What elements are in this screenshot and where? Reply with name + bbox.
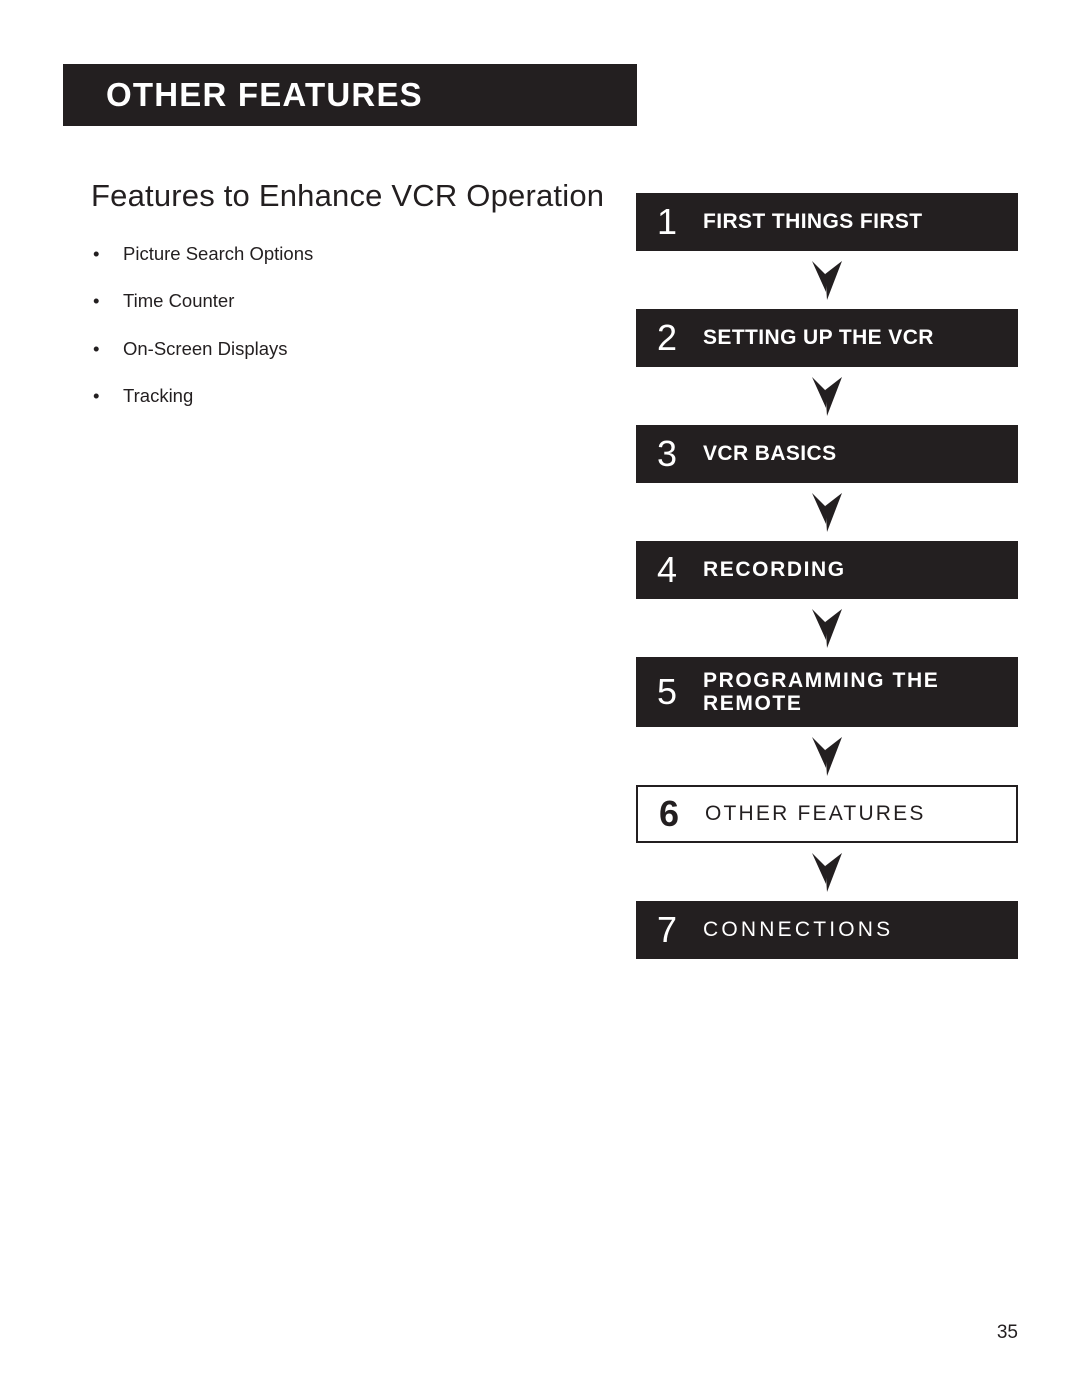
chapter-box-3[interactable]: 3 VCR BASICS bbox=[636, 425, 1018, 483]
down-arrow-icon bbox=[636, 599, 1018, 657]
down-arrow-icon bbox=[636, 367, 1018, 425]
main-content: Features to Enhance VCR Operation • Pict… bbox=[63, 178, 608, 433]
list-item: • On-Screen Displays bbox=[63, 337, 608, 359]
list-item-label: Time Counter bbox=[123, 290, 235, 312]
chapter-box-1[interactable]: 1 FIRST THINGS FIRST bbox=[636, 193, 1018, 251]
manual-page: OTHER FEATURES Features to Enhance VCR O… bbox=[0, 0, 1080, 1397]
chapter-box-2[interactable]: 2 SETTING UP THE VCR bbox=[636, 309, 1018, 367]
bullet-icon: • bbox=[93, 337, 100, 359]
chapter-label: RECORDING bbox=[703, 558, 846, 582]
chapter-box-4[interactable]: 4 RECORDING bbox=[636, 541, 1018, 599]
section-heading: Features to Enhance VCR Operation bbox=[91, 178, 605, 213]
list-item-label: Tracking bbox=[123, 385, 194, 407]
chapter-label: PROGRAMMING THE REMOTE bbox=[703, 668, 940, 715]
list-item: • Tracking bbox=[63, 385, 608, 407]
chapter-number: 3 bbox=[657, 433, 678, 474]
chapter-flow-diagram: 1 FIRST THINGS FIRST 2 SETTING UP THE VC… bbox=[636, 193, 1018, 959]
bullet-icon: • bbox=[93, 290, 100, 312]
chapter-number: 5 bbox=[657, 671, 678, 712]
page-title: OTHER FEATURES bbox=[106, 76, 423, 113]
chapter-number: 6 bbox=[659, 793, 680, 834]
bullet-icon: • bbox=[93, 243, 100, 264]
page-header-banner: OTHER FEATURES bbox=[63, 64, 637, 126]
down-arrow-icon bbox=[636, 727, 1018, 785]
chapter-number: 2 bbox=[657, 317, 678, 358]
bullet-icon: • bbox=[93, 385, 100, 407]
chapter-box-5[interactable]: 5 PROGRAMMING THE REMOTE bbox=[636, 657, 1018, 727]
list-item: • Time Counter bbox=[63, 290, 608, 312]
down-arrow-icon bbox=[636, 483, 1018, 541]
page-number: 35 bbox=[996, 1322, 1018, 1343]
chapter-label: SETTING UP THE VCR bbox=[703, 326, 934, 350]
feature-list: • Picture Search Options • Time Counter … bbox=[63, 243, 608, 407]
chapter-label: VCR BASICS bbox=[703, 442, 837, 466]
list-item-label: Picture Search Options bbox=[123, 243, 314, 264]
chapter-label: CONNECTIONS bbox=[703, 918, 894, 942]
list-item: • Picture Search Options bbox=[63, 243, 608, 264]
down-arrow-icon bbox=[636, 843, 1018, 901]
chapter-label: FIRST THINGS FIRST bbox=[703, 210, 923, 234]
chapter-number: 1 bbox=[657, 201, 678, 242]
list-item-label: On-Screen Displays bbox=[123, 337, 288, 359]
chapter-number: 7 bbox=[657, 909, 678, 950]
chapter-box-6[interactable]: 6 OTHER FEATURES bbox=[636, 785, 1018, 843]
chapter-label: OTHER FEATURES bbox=[705, 802, 926, 826]
down-arrow-icon bbox=[636, 251, 1018, 309]
chapter-box-7[interactable]: 7 CONNECTIONS bbox=[636, 901, 1018, 959]
chapter-number: 4 bbox=[657, 549, 678, 590]
